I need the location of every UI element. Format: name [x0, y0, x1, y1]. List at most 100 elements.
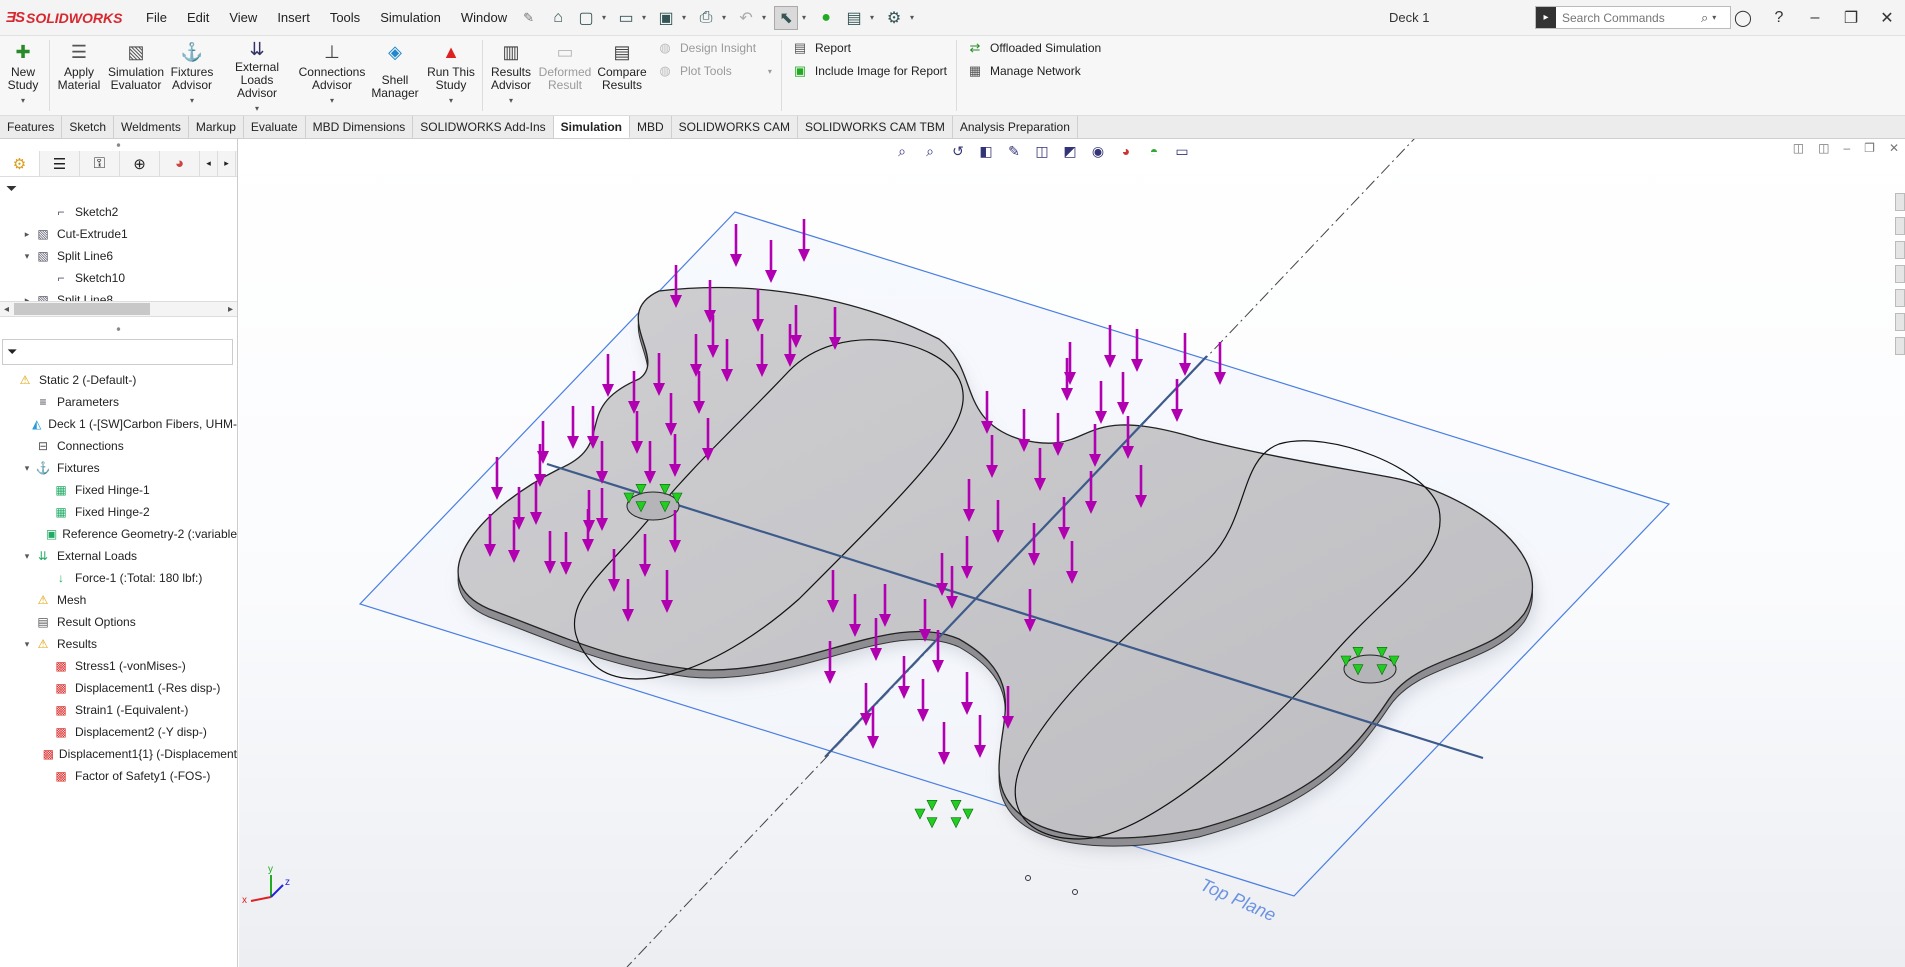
- tree-item[interactable]: ▩ Strain1 (-Equivalent-): [0, 699, 237, 721]
- fixtures-dropdown-icon[interactable]: ▾: [190, 94, 194, 107]
- include-image-button[interactable]: ▣ Include Image for Report: [791, 63, 947, 79]
- panel-scroll-left-icon[interactable]: ◂: [200, 151, 218, 176]
- tree-expand-icon[interactable]: ▾: [20, 251, 34, 262]
- tree-item[interactable]: ▩ Displacement2 (-Y disp-): [0, 721, 237, 743]
- select-cursor-icon[interactable]: ⬉: [774, 5, 799, 30]
- tree-item[interactable]: ▦ Fixed Hinge-2: [0, 501, 237, 523]
- tree-item[interactable]: ▾ ⇊ External Loads: [0, 545, 237, 567]
- open-dropdown-icon[interactable]: ▾: [642, 13, 650, 22]
- results-advisor-dropdown-icon[interactable]: ▾: [509, 94, 513, 107]
- scrollbar-thumb[interactable]: [14, 303, 150, 315]
- hinge-hole-1[interactable]: [626, 491, 680, 521]
- graphics-area[interactable]: ⌕ ⌕ ↺ ◧ ✎ ◫ ◩ ◉ ◕ ◓ ▭ ◫ ◫ – ❐ ✕ Top Plan…: [239, 139, 1905, 967]
- shell-manager-button[interactable]: ◈ Shell Manager: [367, 36, 423, 115]
- external-loads-dropdown-icon[interactable]: ▾: [255, 102, 259, 115]
- tree-item[interactable]: ⌐ Sketch2: [0, 201, 237, 223]
- tree-item[interactable]: ▾ ▧ Split Line6: [0, 245, 237, 267]
- tab-mbd-dimensions[interactable]: MBD Dimensions: [305, 116, 414, 138]
- open-folder-icon[interactable]: ▭: [614, 6, 638, 30]
- select-dropdown-icon[interactable]: ▾: [802, 13, 810, 22]
- tree-item[interactable]: ⌐ Sketch10: [0, 267, 237, 289]
- user-account-icon[interactable]: ◯: [1725, 8, 1761, 28]
- tree-item[interactable]: ▣ Reference Geometry-2 (:variable: [0, 523, 237, 545]
- minimize-icon[interactable]: –: [1797, 9, 1833, 27]
- tree-horizontal-scrollbar[interactable]: ◂ ▸: [0, 301, 237, 317]
- menu-tools[interactable]: Tools: [320, 0, 370, 36]
- tree-item[interactable]: ▦ Fixed Hinge-1: [0, 479, 237, 501]
- run-study-button[interactable]: ▲ Run This Study ▾: [423, 36, 479, 115]
- run-study-dropdown-icon[interactable]: ▾: [449, 94, 453, 107]
- print-icon[interactable]: ⎙: [694, 6, 718, 30]
- connections-dropdown-icon[interactable]: ▾: [330, 94, 334, 107]
- tab-markup[interactable]: Markup: [188, 116, 244, 138]
- tree-item[interactable]: ▾ ⚓ Fixtures: [0, 457, 237, 479]
- panel-grip-icon[interactable]: ⦁: [0, 139, 237, 151]
- properties-dropdown-icon[interactable]: ▾: [870, 13, 878, 22]
- options-gear-icon[interactable]: ⚙: [882, 6, 906, 30]
- feature-manager-tab-icon[interactable]: ⚙: [0, 151, 40, 176]
- tree-item[interactable]: ▾ ⚠ Results: [0, 633, 237, 655]
- menu-insert[interactable]: Insert: [267, 0, 320, 36]
- search-input[interactable]: [1556, 10, 1701, 25]
- deformed-result-button[interactable]: ▭ Deformed Result: [536, 36, 594, 115]
- search-commands[interactable]: ▸ ⌕ ▾: [1535, 6, 1731, 29]
- restore-icon[interactable]: ❐: [1833, 8, 1869, 28]
- external-loads-advisor-button[interactable]: ⇊ External Loads Advisor ▾: [217, 36, 297, 115]
- connections-advisor-button[interactable]: ⊥ Connections Advisor ▾: [297, 36, 367, 115]
- tree-item[interactable]: ≡ Parameters: [0, 391, 237, 413]
- new-dropdown-icon[interactable]: ▾: [602, 13, 610, 22]
- close-icon[interactable]: ✕: [1869, 8, 1905, 28]
- tab-evaluate[interactable]: Evaluate: [243, 116, 306, 138]
- menu-window[interactable]: Window: [451, 0, 517, 36]
- menu-view[interactable]: View: [219, 0, 267, 36]
- study-filter-box[interactable]: ⏷: [2, 339, 233, 365]
- menu-edit[interactable]: Edit: [177, 0, 219, 36]
- offloaded-simulation-button[interactable]: ⇄ Offloaded Simulation: [966, 40, 1104, 56]
- tree-expand-icon[interactable]: ▸: [20, 229, 34, 240]
- tree-item[interactable]: ⚠ Static 2 (-Default-): [0, 369, 237, 391]
- tree-expand-icon[interactable]: ▾: [20, 463, 34, 474]
- search-scope-icon[interactable]: ▸: [1536, 7, 1556, 28]
- property-manager-tab-icon[interactable]: ☰: [40, 151, 80, 176]
- tree-filter-icon[interactable]: ⏷: [0, 177, 237, 199]
- tree-item[interactable]: ▩ Factor of Safety1 (-FOS-): [0, 765, 237, 787]
- home-icon[interactable]: ⌂: [546, 6, 570, 30]
- save-dropdown-icon[interactable]: ▾: [682, 13, 690, 22]
- tab-mbd[interactable]: MBD: [630, 116, 672, 138]
- tree-item[interactable]: ◭ Deck 1 (-[SW]Carbon Fibers, UHM-: [0, 413, 237, 435]
- compare-results-button[interactable]: ▤ Compare Results: [594, 36, 650, 115]
- menu-simulation[interactable]: Simulation: [370, 0, 451, 36]
- tab-solidworks-cam[interactable]: SOLIDWORKS CAM: [671, 116, 799, 138]
- tab-analysis-preparation[interactable]: Analysis Preparation: [952, 116, 1078, 138]
- plot-tools-dropdown-icon[interactable]: ▾: [768, 67, 772, 76]
- tree-expand-icon[interactable]: ▾: [20, 639, 34, 650]
- tree-item[interactable]: ▩ Displacement1 (-Res disp-): [0, 677, 237, 699]
- print-dropdown-icon[interactable]: ▾: [722, 13, 730, 22]
- tab-features[interactable]: Features: [0, 116, 63, 138]
- new-document-icon[interactable]: ▢: [574, 6, 598, 30]
- rebuild-traffic-light-icon[interactable]: ●: [814, 6, 838, 30]
- panel-scroll-right-icon[interactable]: ▸: [218, 151, 236, 176]
- dimxpert-tab-icon[interactable]: ⊕: [120, 151, 160, 176]
- undo-dropdown-icon[interactable]: ▾: [762, 13, 770, 22]
- tab-solidworks-cam-tbm[interactable]: SOLIDWORKS CAM TBM: [798, 116, 953, 138]
- apply-material-button[interactable]: ☰ Apply Material: [53, 36, 105, 115]
- tree-item[interactable]: ▸ ▧ Split Line8: [0, 289, 237, 301]
- tab-sketch[interactable]: Sketch: [62, 116, 115, 138]
- save-icon[interactable]: ▣: [654, 6, 678, 30]
- tab-weldments[interactable]: Weldments: [114, 116, 189, 138]
- plot-tools-button[interactable]: ◍ Plot Tools ▾: [656, 63, 772, 79]
- display-manager-tab-icon[interactable]: ◕: [160, 151, 200, 176]
- tree-item[interactable]: ⚠ Mesh: [0, 589, 237, 611]
- results-advisor-button[interactable]: ▥ Results Advisor ▾: [486, 36, 536, 115]
- pin-icon[interactable]: ✎: [517, 0, 540, 36]
- panel-splitter-icon[interactable]: ⦁: [0, 323, 237, 335]
- tab-solidworks-add-ins[interactable]: SOLIDWORKS Add-Ins: [413, 116, 554, 138]
- help-icon[interactable]: ?: [1761, 9, 1797, 27]
- manage-network-button[interactable]: ▦ Manage Network: [966, 63, 1104, 79]
- menu-file[interactable]: File: [136, 0, 177, 36]
- tree-item[interactable]: ▩ Stress1 (-vonMises-): [0, 655, 237, 677]
- study-filter-icon[interactable]: ⏷: [7, 344, 17, 360]
- configuration-manager-tab-icon[interactable]: ⚿: [80, 151, 120, 176]
- design-insight-button[interactable]: ◍ Design Insight: [656, 40, 772, 56]
